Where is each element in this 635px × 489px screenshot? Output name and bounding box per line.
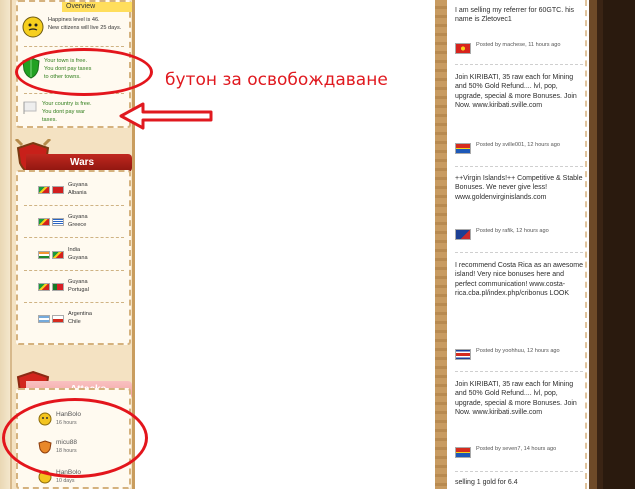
war-item[interactable]: India Guyana bbox=[38, 247, 88, 262]
divider bbox=[455, 64, 583, 65]
kiribati-flag-icon bbox=[455, 143, 471, 154]
war-side-b: Albania bbox=[68, 189, 87, 196]
war-side-a: Guyana bbox=[68, 279, 88, 285]
shout-meta: Posted by rafik, 12 hours ago bbox=[455, 228, 583, 240]
country-status-1: Your country is free. bbox=[42, 101, 92, 107]
war-side-a: Argentina bbox=[68, 311, 92, 317]
divider bbox=[24, 237, 124, 238]
divider bbox=[455, 471, 583, 472]
wars-panel: Guyana Albania Guyana Greece India Guyana G… bbox=[16, 170, 131, 345]
war-side-a: Guyana bbox=[68, 182, 88, 188]
annotation-label: бутон за освобождаване bbox=[165, 70, 388, 90]
divider bbox=[24, 302, 124, 303]
smiley-icon bbox=[22, 16, 44, 38]
shout-message: I recommend Costa Rica as an awesome isl… bbox=[455, 262, 583, 298]
country-status-3: taxes. bbox=[42, 117, 57, 123]
macedonia-flag-icon bbox=[455, 43, 471, 54]
divider bbox=[455, 371, 583, 372]
shout-meta: Posted by sville001, 12 hours ago bbox=[455, 142, 583, 154]
flag-icon bbox=[23, 101, 37, 114]
virgin-islands-flag-icon bbox=[455, 229, 471, 240]
attack-time: 10 days bbox=[56, 478, 75, 484]
shout-author[interactable]: Posted by machese, 11 hours ago bbox=[476, 42, 560, 50]
guyana-flag-icon bbox=[38, 217, 50, 226]
war-item[interactable]: Argentina Chile bbox=[38, 311, 92, 326]
war-side-a: Guyana bbox=[68, 214, 88, 220]
shout-message: selling 1 gold for 6.4 bbox=[455, 479, 518, 486]
shout-message: ++Virgin Islands!++ Competitive & Stable… bbox=[455, 175, 583, 201]
divider bbox=[24, 46, 124, 47]
shout-author[interactable]: Posted by rafik, 12 hours ago bbox=[476, 228, 549, 236]
greece-flag-icon bbox=[52, 217, 64, 226]
guyana-flag-icon bbox=[38, 185, 50, 194]
shout-author[interactable]: Posted by seven7, 14 hours ago bbox=[476, 446, 556, 454]
happiness-level: Happines level is 46. bbox=[48, 17, 100, 23]
happiness-detail: New citizens will live 25 days. bbox=[48, 25, 122, 31]
shout-author[interactable]: Posted by sville001, 12 hours ago bbox=[476, 142, 560, 150]
war-side-b: Greece bbox=[68, 221, 87, 228]
war-item[interactable]: Guyana Albania bbox=[38, 182, 88, 197]
india-flag-icon bbox=[38, 250, 50, 259]
highlight-oval-attacks bbox=[2, 398, 148, 478]
shout-meta: Posted by seven7, 14 hours ago bbox=[455, 446, 583, 458]
divider bbox=[24, 270, 124, 271]
wood-border bbox=[435, 0, 447, 489]
albania-flag-icon bbox=[52, 185, 64, 194]
arrow-left-icon bbox=[119, 102, 213, 130]
shout-message: Join KIRIBATI, 35 raw each for Mining an… bbox=[455, 74, 577, 110]
war-side-a: India bbox=[68, 247, 81, 253]
chile-flag-icon bbox=[52, 314, 64, 323]
war-side-b: Chile bbox=[68, 318, 81, 325]
guyana-flag-icon bbox=[52, 250, 64, 259]
shout-author[interactable]: Posted by yoohhuu, 12 hours ago bbox=[476, 348, 560, 356]
shout-message: Join KIRIBATI, 35 raw each for Mining an… bbox=[455, 381, 577, 417]
shout-meta: Posted by machese, 11 hours ago bbox=[455, 42, 583, 54]
divider bbox=[455, 252, 583, 253]
war-item[interactable]: Guyana Greece bbox=[38, 214, 88, 229]
war-side-b: Portugal bbox=[68, 286, 89, 293]
overview-tab[interactable]: Overview bbox=[62, 2, 132, 12]
divider bbox=[24, 205, 124, 206]
page-frame bbox=[589, 0, 635, 489]
guyana-flag-icon bbox=[38, 282, 50, 291]
kiribati-flag-icon bbox=[455, 447, 471, 458]
left-edge-strip bbox=[0, 0, 10, 489]
war-side-b: Guyana bbox=[68, 254, 88, 261]
shout-message: I am selling my referrer for 60GTC. his … bbox=[455, 7, 575, 24]
highlight-oval-town-status bbox=[15, 48, 153, 96]
argentina-flag-icon bbox=[38, 314, 50, 323]
happiness-row: Happines level is 46. New citizens will … bbox=[22, 16, 121, 38]
portugal-flag-icon bbox=[52, 282, 64, 291]
costa-rica-flag-icon bbox=[455, 349, 471, 360]
war-item[interactable]: Guyana Portugal bbox=[38, 279, 89, 294]
shout-meta: Posted by yoohhuu, 12 hours ago bbox=[455, 348, 583, 360]
divider bbox=[455, 166, 583, 167]
country-status-row[interactable]: Your country is free. You dont pay war t… bbox=[22, 100, 92, 124]
country-status-2: You dont pay war bbox=[42, 109, 86, 115]
